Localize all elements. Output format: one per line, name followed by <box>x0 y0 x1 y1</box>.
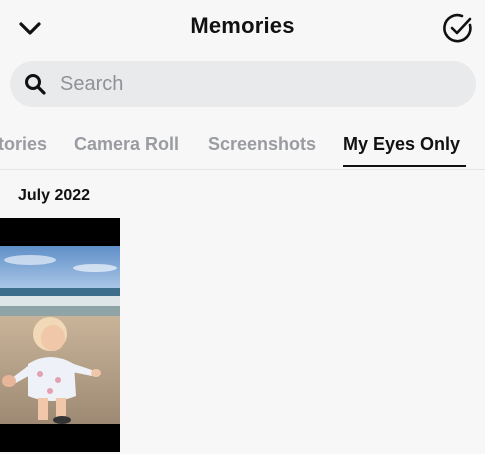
check-circle-icon[interactable] <box>441 11 475 45</box>
tab-stories[interactable]: Stories <box>0 134 47 155</box>
search-bar[interactable] <box>10 61 476 107</box>
tabs-divider <box>0 169 485 170</box>
tab-screenshots[interactable]: Screenshots <box>208 134 316 155</box>
active-tab-indicator <box>343 165 466 167</box>
beach-photo <box>0 246 120 424</box>
tab-my-eyes-only[interactable]: My Eyes Only <box>343 134 460 155</box>
memory-thumbnail[interactable] <box>0 218 120 452</box>
search-input[interactable] <box>60 61 460 107</box>
section-date-header: July 2022 <box>18 187 91 204</box>
search-icon <box>24 73 46 95</box>
tab-camera-roll[interactable]: Camera Roll <box>74 134 179 155</box>
memories-tabs: Stories Camera Roll Screenshots My Eyes … <box>0 124 485 170</box>
page-title: Memories <box>190 13 295 38</box>
top-bar: Memories <box>0 0 485 56</box>
